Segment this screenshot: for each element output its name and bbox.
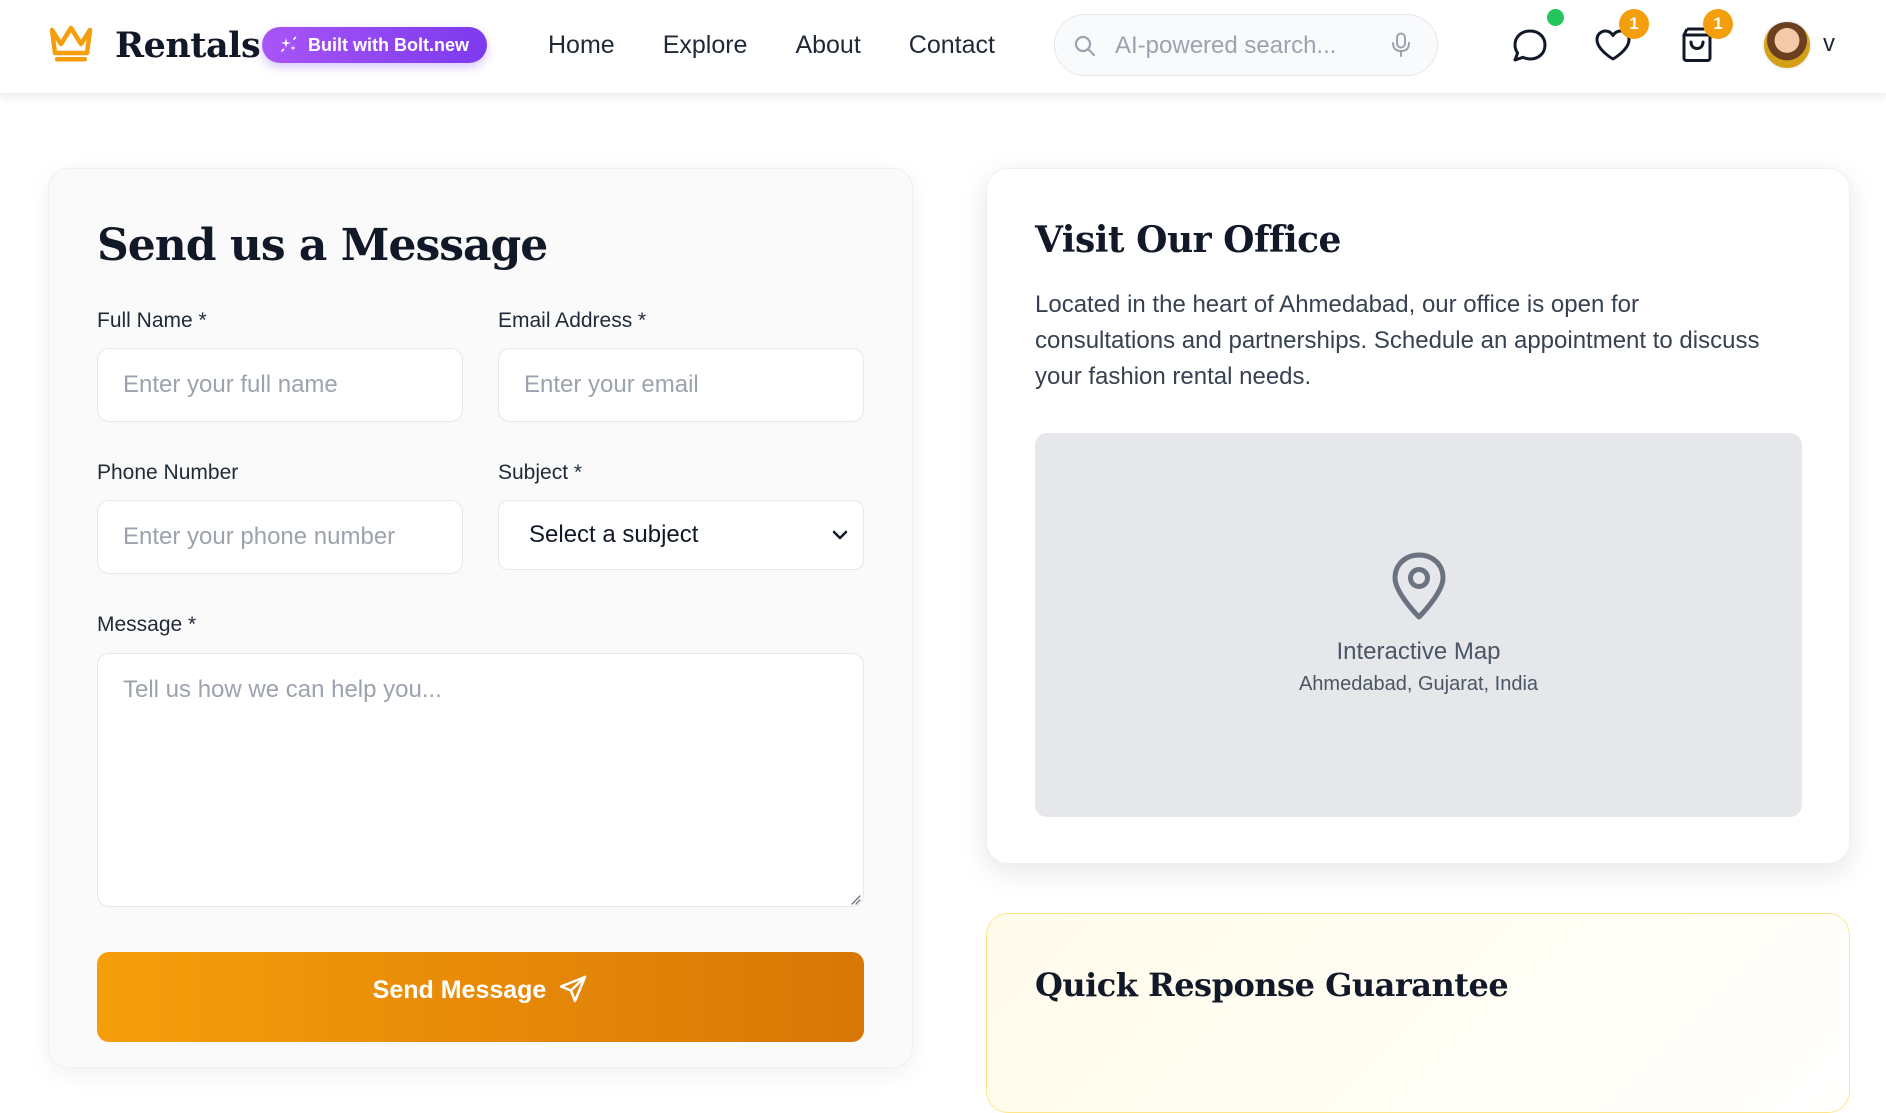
- search-bar: [1054, 14, 1438, 76]
- map-title: Interactive Map: [1336, 638, 1501, 665]
- phone-input[interactable]: [97, 500, 463, 574]
- microphone-icon[interactable]: [1390, 32, 1412, 58]
- search-input[interactable]: [1115, 27, 1385, 65]
- map-pin-icon: [1392, 552, 1446, 620]
- interactive-map[interactable]: Interactive Map Ahmedabad, Gujarat, Indi…: [1035, 433, 1802, 817]
- nav-about[interactable]: About: [795, 31, 860, 60]
- subject-select[interactable]: Select a subject: [498, 500, 864, 570]
- visit-office-card: Visit Our Office Located in the heart of…: [986, 168, 1850, 864]
- subject-selected-value: Select a subject: [529, 521, 699, 548]
- office-description: Located in the heart of Ahmedabad, our o…: [1035, 291, 1760, 390]
- main-nav: Home Explore About Contact: [548, 25, 1043, 65]
- resize-handle-icon[interactable]: [849, 893, 861, 905]
- message-label: Message *: [97, 613, 197, 636]
- badge-label: Built with Bolt.new: [308, 34, 469, 55]
- message-textarea[interactable]: [97, 653, 864, 907]
- full-name-input[interactable]: [97, 348, 463, 422]
- top-navbar: Rentals Built with Bolt.new Home Explore…: [0, 0, 1886, 93]
- wishlist-count-badge: 1: [1619, 9, 1649, 39]
- phone-label: Phone Number: [97, 461, 239, 484]
- online-indicator: [1547, 9, 1564, 26]
- nav-contact[interactable]: Contact: [909, 31, 995, 60]
- send-message-button[interactable]: Send Message: [97, 952, 864, 1042]
- chevron-down-icon: [832, 530, 848, 540]
- quick-response-title: Quick Response Guarantee: [1035, 966, 1509, 1004]
- map-location: Ahmedabad, Gujarat, India: [1298, 673, 1539, 695]
- send-message-label: Send Message: [372, 976, 547, 1004]
- full-name-label: Full Name *: [97, 309, 207, 332]
- nav-explore[interactable]: Explore: [663, 31, 748, 60]
- sparkle-icon: [281, 36, 297, 52]
- office-title: Visit Our Office: [1035, 219, 1341, 261]
- nav-home[interactable]: Home: [548, 31, 615, 60]
- user-menu-initial[interactable]: v: [1823, 30, 1835, 58]
- email-label: Email Address *: [498, 309, 647, 332]
- subject-label: Subject *: [498, 461, 583, 484]
- quick-response-card: Quick Response Guarantee: [986, 913, 1850, 1113]
- user-avatar[interactable]: [1762, 20, 1812, 70]
- brand-name[interactable]: Rentals: [115, 20, 261, 72]
- form-title: Send us a Message: [97, 220, 548, 271]
- contact-form-card: Send us a Message Full Name * Email Addr…: [48, 168, 913, 1068]
- send-icon: [560, 975, 587, 1003]
- chat-button[interactable]: [1508, 24, 1552, 68]
- built-with-bolt-badge[interactable]: Built with Bolt.new: [262, 27, 487, 63]
- chat-icon: [1513, 29, 1547, 62]
- cart-count-badge: 1: [1703, 9, 1733, 39]
- email-input[interactable]: [498, 348, 864, 422]
- crown-icon[interactable]: [48, 24, 94, 64]
- search-icon: [1074, 35, 1096, 57]
